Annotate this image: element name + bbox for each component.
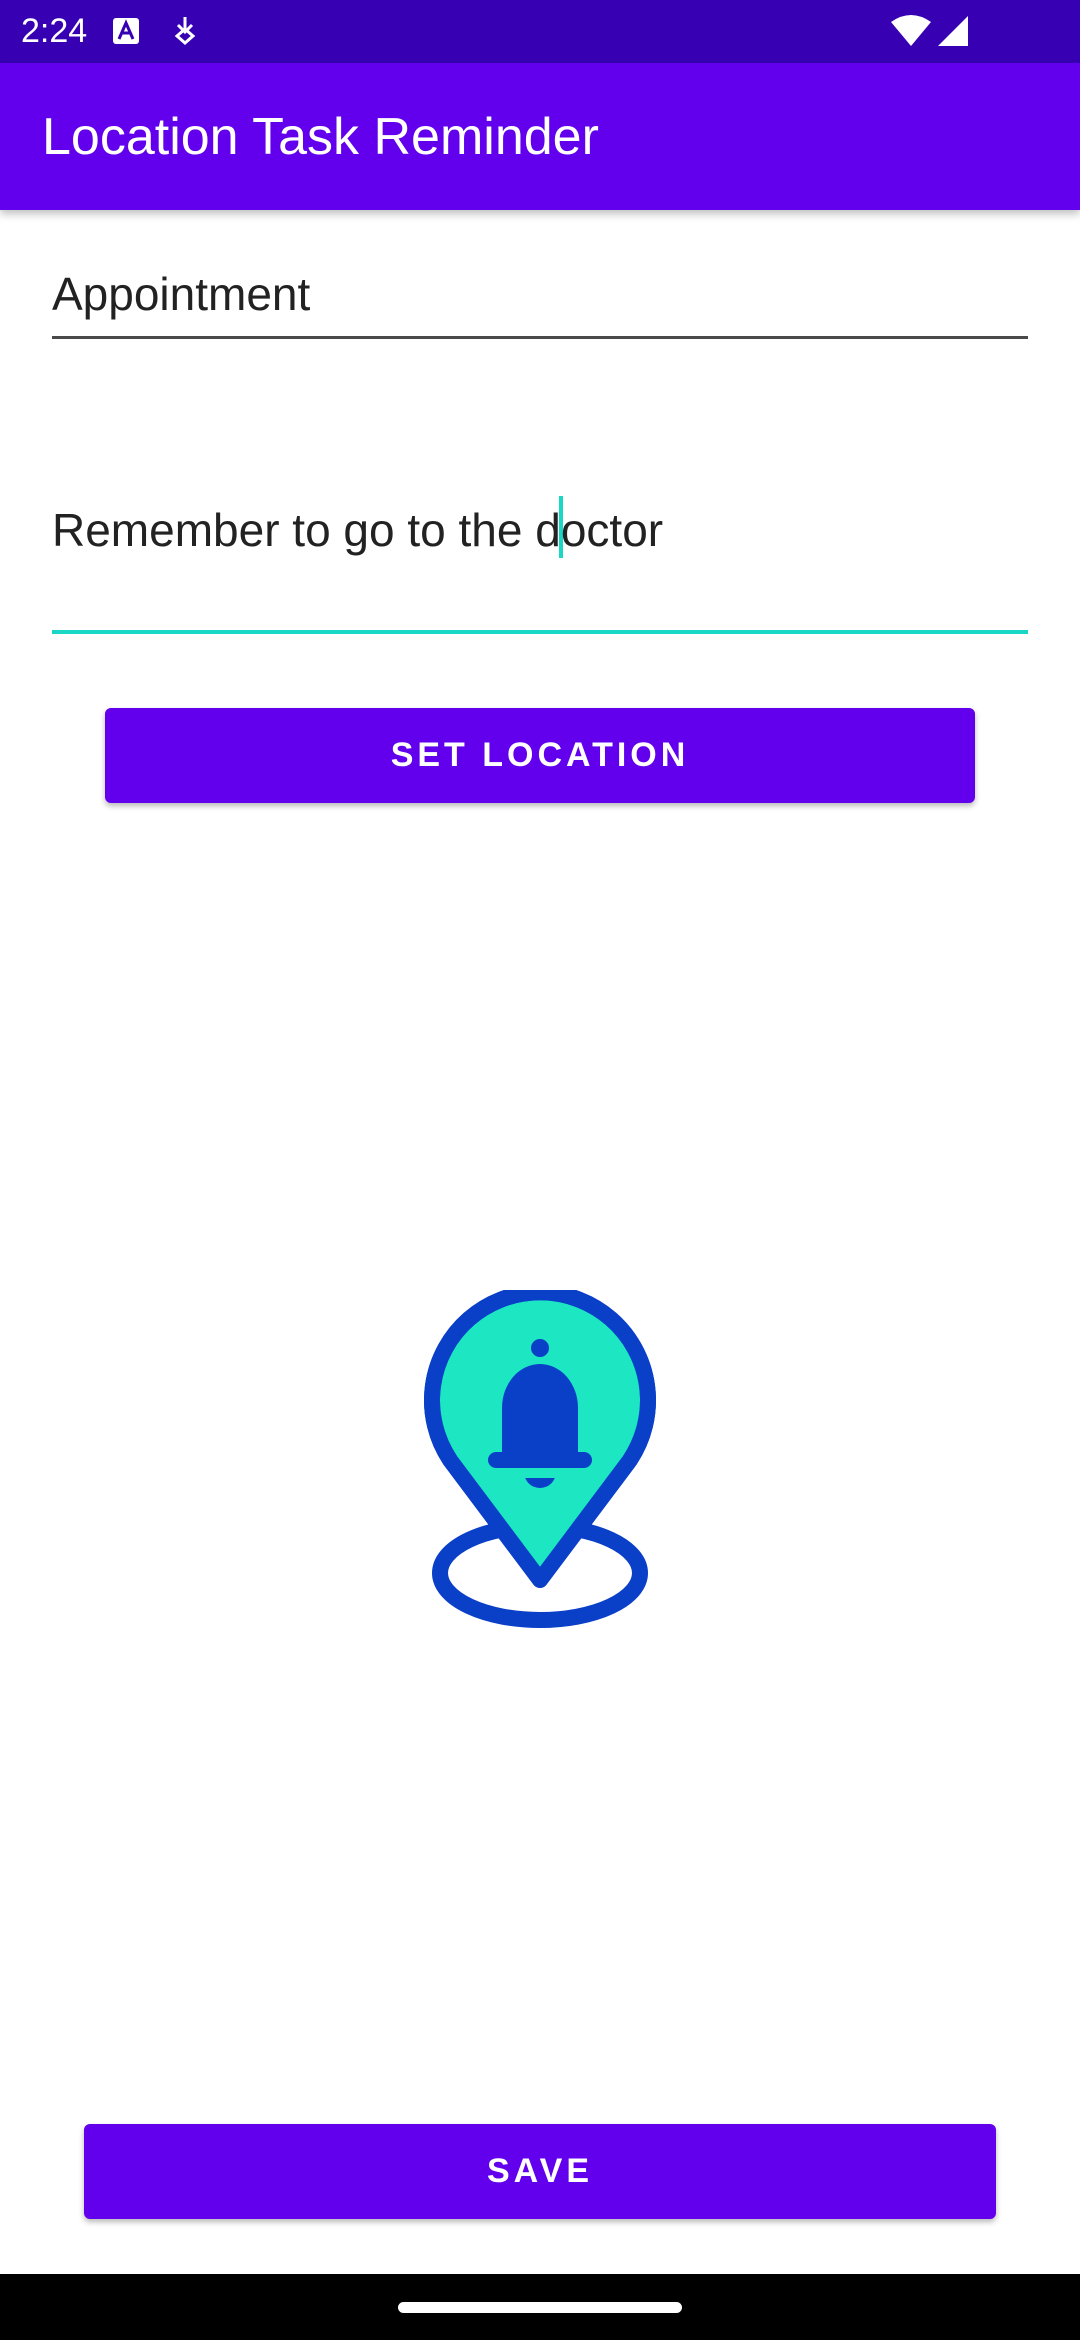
signal-icon	[938, 16, 968, 46]
reminder-title-input[interactable]: Appointment	[52, 250, 1028, 339]
status-time: 2:24	[21, 12, 88, 50]
status-bar: 2:24	[0, 0, 1080, 63]
location-bell-icon	[424, 1290, 656, 1628]
reminder-title-value: Appointment	[52, 268, 311, 320]
description-text-after-cursor: octor	[560, 504, 664, 556]
set-location-button[interactable]: SET LOCATION	[105, 708, 975, 803]
home-gesture-handle[interactable]	[398, 2302, 682, 2313]
reminder-description-input[interactable]: Remember to go to the doctor	[52, 470, 1028, 634]
app-title: Location Task Reminder	[42, 108, 599, 166]
save-button[interactable]: SAVE	[84, 2124, 996, 2219]
wifi-icon	[891, 15, 931, 46]
description-text-before-cursor: Remember to go to the d	[52, 504, 561, 556]
a-badge-icon	[113, 18, 139, 44]
navigation-bar	[0, 2274, 1080, 2340]
app-bar: Location Task Reminder	[0, 63, 1080, 210]
download-arrow-icon	[174, 17, 196, 45]
screen: 2:24 Location Task Reminder Appointment …	[0, 0, 1080, 2340]
reminder-description-value: Remember to go to the doctor	[52, 496, 663, 558]
